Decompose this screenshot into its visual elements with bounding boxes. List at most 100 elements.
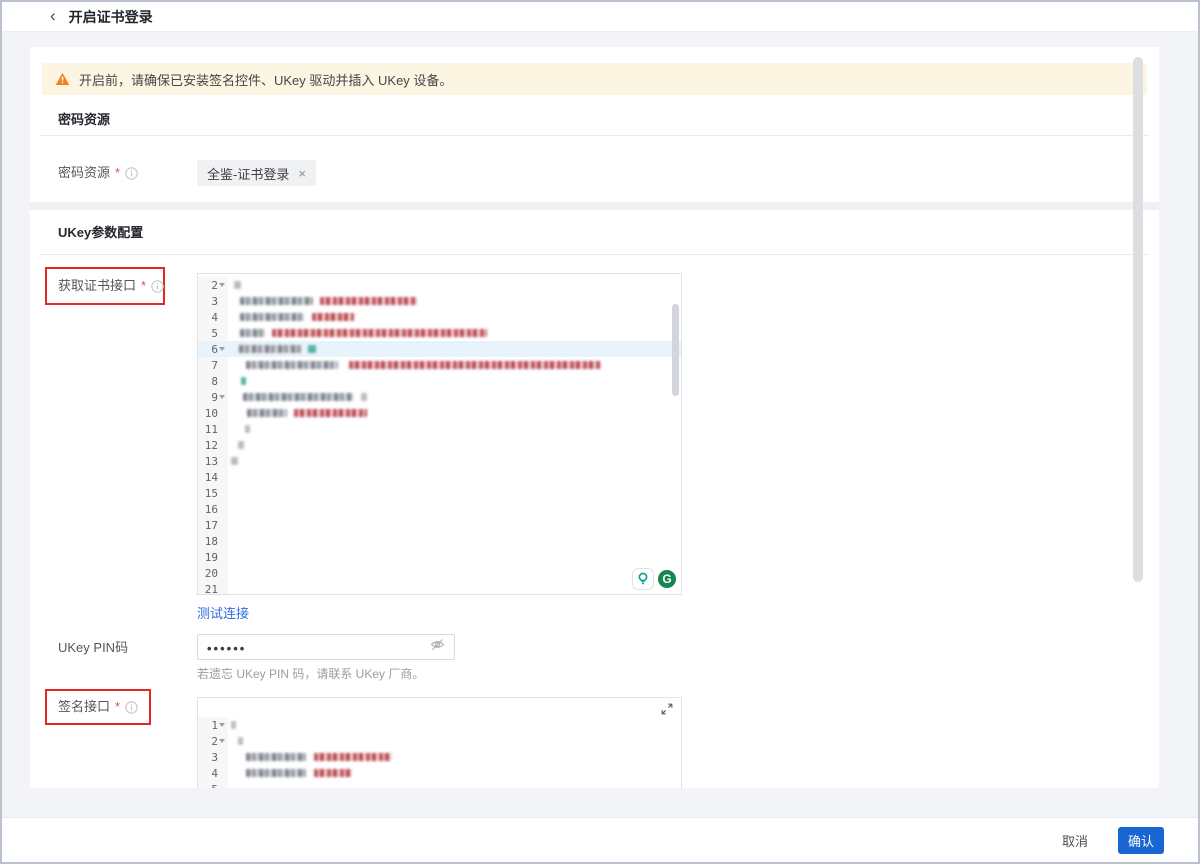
- line-number: 3: [211, 751, 218, 764]
- form-card: 开启前，请确保已安装签名控件、UKey 驱动并插入 UKey 设备。 密码资源 …: [30, 47, 1159, 788]
- code-line-content: [228, 469, 681, 485]
- line-number: 9: [211, 391, 218, 404]
- code-line-content: [228, 733, 681, 749]
- line-number: 2: [211, 735, 218, 748]
- fold-chevron-icon[interactable]: [218, 277, 227, 293]
- code-line-17: 17: [198, 517, 681, 533]
- fold-gutter: [218, 437, 227, 453]
- field-label-sign-api: 签名接口 *: [58, 699, 138, 715]
- fold-gutter: [218, 565, 227, 581]
- lightbulb-suggestion-icon[interactable]: [632, 568, 654, 590]
- info-icon[interactable]: [151, 280, 164, 293]
- code-line-content: [228, 549, 681, 565]
- redacted-code-segment: [234, 281, 241, 289]
- sign-api-code-editor[interactable]: 123456: [197, 697, 682, 788]
- cert-api-code-editor[interactable]: 23456789101112131415161718192021 G: [197, 273, 682, 595]
- page-title: 开启证书登录: [69, 7, 153, 27]
- redacted-code-segment: [320, 297, 417, 305]
- pin-masked-value: ••••••: [207, 642, 430, 655]
- code-line-content: [228, 781, 681, 788]
- fold-gutter: [218, 765, 227, 781]
- line-number: 7: [211, 359, 218, 372]
- redacted-code-segment: [308, 345, 316, 353]
- confirm-button[interactable]: 确认: [1118, 827, 1164, 854]
- grammarly-icon[interactable]: G: [656, 568, 678, 590]
- fold-gutter: [218, 373, 227, 389]
- test-connection-link[interactable]: 测试连接: [197, 603, 249, 622]
- redacted-code-segment: [246, 361, 338, 369]
- required-asterisk: *: [115, 165, 120, 181]
- redacted-code-segment: [231, 457, 238, 465]
- code-line-3: 3: [198, 749, 681, 765]
- redacted-code-segment: [243, 393, 353, 401]
- code-line-2: 2: [198, 277, 681, 293]
- fold-chevron-icon[interactable]: [218, 341, 227, 357]
- code-line-content: [228, 373, 681, 389]
- fold-chevron-icon[interactable]: [218, 733, 227, 749]
- redacted-code-segment: [361, 393, 367, 401]
- redacted-code-segment: [314, 769, 352, 777]
- code-lines: 23456789101112131415161718192021: [198, 274, 681, 595]
- code-line-content: [228, 533, 681, 549]
- code-line-content: [228, 749, 681, 765]
- code-line-content: [228, 485, 681, 501]
- eye-slash-icon[interactable]: [430, 638, 445, 656]
- redacted-code-segment: [240, 329, 265, 337]
- field-label-password-resource: 密码资源 *: [58, 165, 138, 181]
- code-line-content: [228, 357, 681, 373]
- warning-triangle-icon: [55, 72, 70, 86]
- section-title-ukey-config: UKey参数配置: [58, 225, 143, 241]
- line-number: 13: [205, 455, 218, 468]
- back-chevron-icon[interactable]: ‹: [50, 7, 56, 24]
- redacted-code-segment: [231, 721, 236, 729]
- code-line-16: 16: [198, 501, 681, 517]
- code-line-8: 8: [198, 373, 681, 389]
- editor-badges: G: [632, 568, 678, 590]
- fold-gutter: [218, 293, 227, 309]
- fold-gutter: [218, 309, 227, 325]
- code-line-content: [228, 717, 681, 733]
- line-number: 17: [205, 519, 218, 532]
- redacted-code-segment: [240, 313, 304, 321]
- page-footer: 取消 确认: [2, 817, 1198, 862]
- fold-gutter: [218, 421, 227, 437]
- code-line-4: 4: [198, 309, 681, 325]
- code-line-2: 2: [198, 733, 681, 749]
- cancel-button[interactable]: 取消: [1056, 827, 1094, 854]
- editor-scrollbar-thumb[interactable]: [672, 304, 679, 396]
- code-line-20: 20: [198, 565, 681, 581]
- fold-chevron-icon[interactable]: [218, 717, 227, 733]
- redacted-code-segment: [238, 737, 243, 745]
- code-line-content: [228, 309, 681, 325]
- code-line-14: 14: [198, 469, 681, 485]
- code-line-5: 5: [198, 781, 681, 788]
- code-line-content: [228, 765, 681, 781]
- page-header: ‹ 开启证书登录: [2, 2, 1198, 32]
- pin-password-input[interactable]: ••••••: [197, 634, 455, 660]
- code-line-9: 9: [198, 389, 681, 405]
- fold-gutter: [218, 485, 227, 501]
- redacted-code-segment: [241, 377, 246, 385]
- code-line-content: [228, 277, 681, 293]
- code-line-content: [228, 517, 681, 533]
- code-line-11: 11: [198, 421, 681, 437]
- redacted-code-segment: [239, 345, 301, 353]
- info-icon[interactable]: [125, 701, 138, 714]
- line-number: 8: [211, 375, 218, 388]
- tag-close-icon[interactable]: ×: [298, 166, 306, 181]
- redacted-code-segment: [294, 409, 367, 417]
- code-line-content: [228, 581, 681, 595]
- code-line-18: 18: [198, 533, 681, 549]
- line-number: 21: [205, 583, 218, 596]
- fold-chevron-icon[interactable]: [218, 389, 227, 405]
- code-line-4: 4: [198, 765, 681, 781]
- page-scrollbar-thumb[interactable]: [1133, 57, 1143, 582]
- info-icon[interactable]: [125, 167, 138, 180]
- code-lines: 123456: [198, 698, 681, 788]
- fold-gutter: [218, 325, 227, 341]
- field-label-text: 获取证书接口: [58, 278, 136, 294]
- line-number: 4: [211, 767, 218, 780]
- warning-banner: 开启前，请确保已安装签名控件、UKey 驱动并插入 UKey 设备。: [42, 63, 1147, 95]
- section-title-password-resource: 密码资源: [58, 112, 110, 128]
- selected-resource-tag[interactable]: 全鉴-证书登录 ×: [197, 160, 316, 186]
